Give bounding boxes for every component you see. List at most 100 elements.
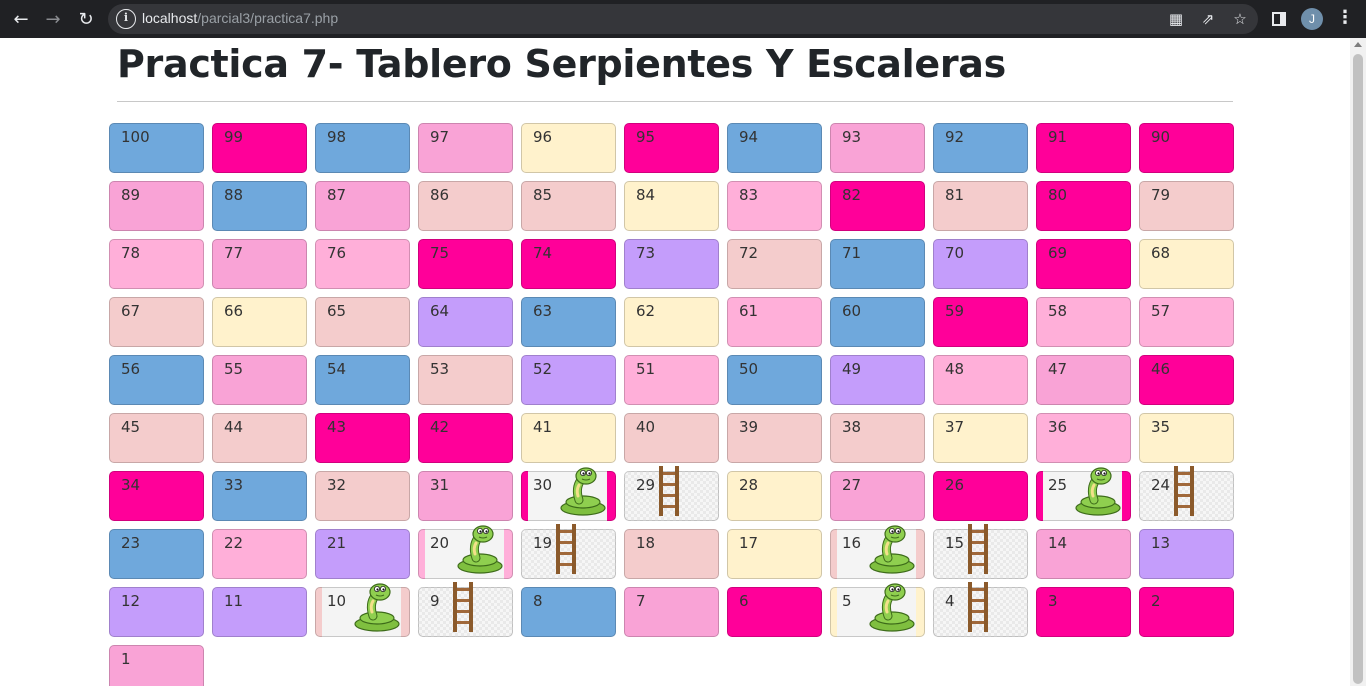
cell-number: 18 <box>636 534 656 552</box>
cell-number: 91 <box>1048 128 1068 146</box>
cell-number: 90 <box>1151 128 1171 146</box>
cell-number: 75 <box>430 244 450 262</box>
board-cell: 18 <box>624 529 719 579</box>
board-cell: 62 <box>624 297 719 347</box>
cell-number: 48 <box>945 360 965 378</box>
cell-number: 17 <box>739 534 759 552</box>
cell-number: 80 <box>1048 186 1068 204</box>
board-cell: 10 <box>315 583 410 637</box>
cell-number: 3 <box>1048 592 1058 610</box>
board-cell: 82 <box>830 181 925 231</box>
cell-number: 19 <box>533 534 553 552</box>
cell-number: 72 <box>739 244 759 262</box>
forward-icon[interactable]: → <box>40 6 66 32</box>
cell-number: 77 <box>224 244 244 262</box>
cell-number: 62 <box>636 302 656 320</box>
board-cell: 8 <box>521 587 616 637</box>
board-cell: 48 <box>933 355 1028 405</box>
cell-number: 21 <box>327 534 347 552</box>
board-cell: 63 <box>521 297 616 347</box>
menu-kebab-icon[interactable]: ⋮ <box>1336 6 1354 32</box>
board-cell: 53 <box>418 355 513 405</box>
board-cell: 98 <box>315 123 410 173</box>
cell-number: 4 <box>945 592 955 610</box>
board-cell: 81 <box>933 181 1028 231</box>
board-cell: 42 <box>418 413 513 463</box>
snake-icon <box>557 466 609 520</box>
cell-number: 68 <box>1151 244 1171 262</box>
board-cell: 57 <box>1139 297 1234 347</box>
cell-number: 31 <box>430 476 450 494</box>
board-cell: 68 <box>1139 239 1234 289</box>
scrollbar[interactable] <box>1350 38 1366 686</box>
cell-number: 55 <box>224 360 244 378</box>
board-cell: 26 <box>933 471 1028 521</box>
board-cell: 43 <box>315 413 410 463</box>
board-cell: 99 <box>212 123 307 173</box>
board-cell: 5 <box>830 583 925 637</box>
board-cell: 1 <box>109 645 204 686</box>
cell-number: 52 <box>533 360 553 378</box>
board-cell: 40 <box>624 413 719 463</box>
cell-number: 83 <box>739 186 759 204</box>
cell-number: 53 <box>430 360 450 378</box>
cell-number: 34 <box>121 476 141 494</box>
board-cell: 88 <box>212 181 307 231</box>
back-icon[interactable]: ← <box>8 6 34 32</box>
reload-icon[interactable]: ↻ <box>73 6 99 32</box>
board-cell: 94 <box>727 123 822 173</box>
board-cell: 9 <box>418 582 513 637</box>
cell-number: 97 <box>430 128 450 146</box>
cell-number: 29 <box>636 476 656 494</box>
site-info-icon[interactable]: i <box>116 9 136 29</box>
profile-avatar[interactable]: J <box>1301 8 1323 30</box>
cell-number: 44 <box>224 418 244 436</box>
cell-number: 13 <box>1151 534 1171 552</box>
translate-icon[interactable]: ▦ <box>1166 9 1186 29</box>
side-panel-icon[interactable] <box>1272 12 1286 26</box>
board-cell: 14 <box>1036 529 1131 579</box>
cell-number: 7 <box>636 592 646 610</box>
board-cell: 69 <box>1036 239 1131 289</box>
cell-number: 78 <box>121 244 141 262</box>
board-cell: 83 <box>727 181 822 231</box>
scrollbar-thumb[interactable] <box>1353 54 1363 684</box>
snake-icon <box>866 582 918 636</box>
cell-number: 98 <box>327 128 347 146</box>
board-cell: 44 <box>212 413 307 463</box>
ladder-icon <box>656 466 682 520</box>
cell-number: 96 <box>533 128 553 146</box>
scroll-up-arrow-icon[interactable] <box>1354 42 1362 47</box>
cell-number: 89 <box>121 186 141 204</box>
cell-number: 86 <box>430 186 450 204</box>
cell-number: 88 <box>224 186 244 204</box>
board-cell: 39 <box>727 413 822 463</box>
board-cell: 59 <box>933 297 1028 347</box>
cell-number: 94 <box>739 128 759 146</box>
cell-number: 8 <box>533 592 543 610</box>
cell-number: 51 <box>636 360 656 378</box>
cell-number: 10 <box>327 592 347 610</box>
page-title: Practica 7- Tablero Serpientes Y Escaler… <box>117 42 1006 86</box>
board-cell: 49 <box>830 355 925 405</box>
cell-number: 66 <box>224 302 244 320</box>
cell-number: 87 <box>327 186 347 204</box>
board-cell: 34 <box>109 471 204 521</box>
cell-number: 30 <box>533 476 553 494</box>
board-cell: 28 <box>727 471 822 521</box>
cell-number: 2 <box>1151 592 1161 610</box>
cell-number: 85 <box>533 186 553 204</box>
board-cell: 2 <box>1139 587 1234 637</box>
url-text[interactable]: localhost/parcial3/practica7.php <box>142 10 338 26</box>
board-cell: 66 <box>212 297 307 347</box>
board-cell: 80 <box>1036 181 1131 231</box>
cell-number: 5 <box>842 592 852 610</box>
address-bar[interactable]: i localhost/parcial3/practica7.php ▦ ⇗ ☆ <box>108 4 1258 34</box>
board-cell: 38 <box>830 413 925 463</box>
cell-number: 65 <box>327 302 347 320</box>
board-cell: 45 <box>109 413 204 463</box>
share-icon[interactable]: ⇗ <box>1198 9 1218 29</box>
board-cell: 93 <box>830 123 925 173</box>
bookmark-star-icon[interactable]: ☆ <box>1230 9 1250 29</box>
ladder-icon <box>1171 466 1197 520</box>
